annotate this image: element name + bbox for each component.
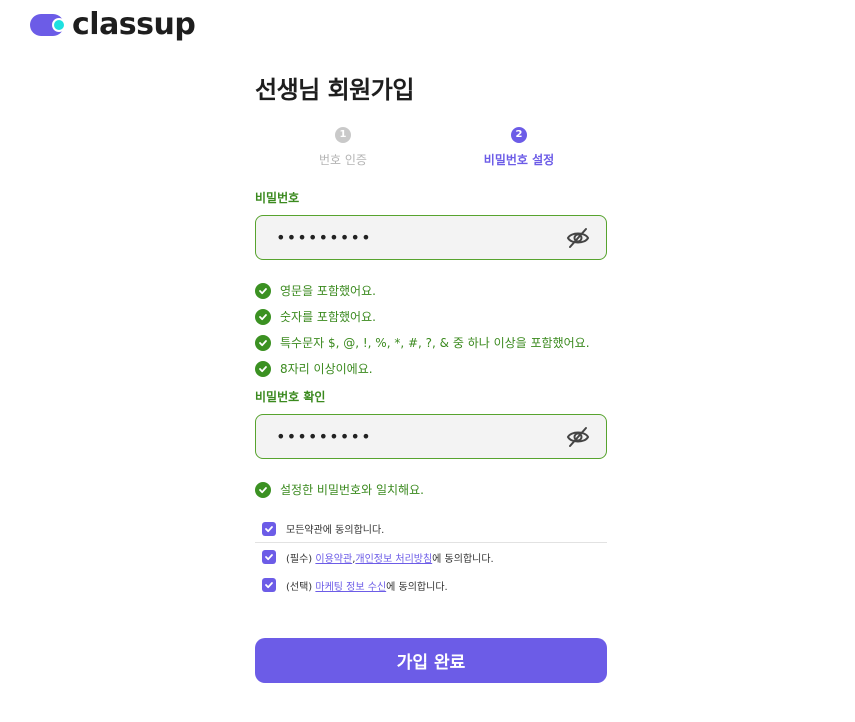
agree-required-row: (필수) 이용약관,개인정보 처리방침에 동의합니다. <box>255 543 607 571</box>
agreements: 모든약관에 동의합니다. (필수) 이용약관,개인정보 처리방침에 동의합니다.… <box>255 515 607 599</box>
agree-all-checkbox[interactable] <box>262 521 276 536</box>
check-circle-icon <box>255 309 271 325</box>
classup-logo[interactable]: classup <box>30 7 196 42</box>
step-1: 1 번호 인증 <box>283 127 403 167</box>
rule-item: 8자리 이상이에요. <box>255 356 607 382</box>
rule-text: 설정한 비밀번호와 일치해요. <box>280 483 424 497</box>
agree-optional-checkbox[interactable] <box>262 578 276 592</box>
agree-required-checkbox[interactable] <box>262 550 276 564</box>
step-number-2: 2 <box>511 127 527 143</box>
eye-off-icon[interactable] <box>566 227 590 249</box>
step-label-1: 번호 인증 <box>319 153 367 167</box>
check-circle-icon <box>255 482 271 498</box>
eye-off-icon[interactable] <box>566 426 590 448</box>
agree-optional-prefix: (선택) <box>286 581 316 593</box>
agree-all-text: 모든약관에 동의합니다. <box>286 525 385 536</box>
agree-all-row[interactable]: 모든약관에 동의합니다. <box>255 515 607 543</box>
terms-link[interactable]: 이용약관 <box>315 554 352 565</box>
check-circle-icon <box>255 335 271 351</box>
agree-optional-suffix: 에 동의합니다. <box>386 581 448 593</box>
password-confirm-field <box>255 414 607 459</box>
password-confirm-input[interactable] <box>276 415 556 458</box>
privacy-policy-link[interactable]: 개인정보 처리방침 <box>355 554 432 565</box>
agree-optional-row: (선택) 마케팅 정보 수신에 동의합니다. <box>255 571 607 599</box>
rule-item: 숫자를 포함했어요. <box>255 304 607 330</box>
password-confirm-rules: 설정한 비밀번호와 일치해요. <box>255 477 607 503</box>
agree-required-text: (필수) 이용약관,개인정보 처리방침에 동의합니다. <box>286 550 494 565</box>
marketing-info-link[interactable]: 마케팅 정보 수신 <box>315 582 386 593</box>
logo-text: classup <box>72 7 196 42</box>
password-input[interactable] <box>276 216 556 259</box>
password-rules: 영문을 포함했어요. 숫자를 포함했어요. 특수문자 $, @, !, %, *… <box>255 278 607 382</box>
step-number-1: 1 <box>335 127 351 143</box>
agree-required-prefix: (필수) <box>286 553 316 565</box>
agree-required-suffix: 에 동의합니다. <box>432 553 494 565</box>
rule-item: 설정한 비밀번호와 일치해요. <box>255 477 607 503</box>
password-confirm-label: 비밀번호 확인 <box>255 390 326 404</box>
rule-text: 숫자를 포함했어요. <box>280 310 376 324</box>
rule-text: 영문을 포함했어요. <box>280 284 376 298</box>
rule-item: 특수문자 $, @, !, %, *, #, ?, & 중 하나 이상을 포함했… <box>255 330 607 356</box>
check-circle-icon <box>255 283 271 299</box>
password-field <box>255 215 607 260</box>
logo-mark-icon <box>30 12 68 38</box>
page-title: 선생님 회원가입 <box>255 76 414 104</box>
step-indicator: 1 번호 인증 2 비밀번호 설정 <box>255 127 607 177</box>
step-label-2: 비밀번호 설정 <box>483 153 555 167</box>
signup-complete-button[interactable]: 가입 완료 <box>255 638 607 683</box>
password-label: 비밀번호 <box>255 191 300 205</box>
rule-text: 8자리 이상이에요. <box>280 362 373 376</box>
step-2: 2 비밀번호 설정 <box>459 127 579 167</box>
rule-item: 영문을 포함했어요. <box>255 278 607 304</box>
rule-text: 특수문자 $, @, !, %, *, #, ?, & 중 하나 이상을 포함했… <box>280 336 590 350</box>
check-circle-icon <box>255 361 271 377</box>
agree-optional-text: (선택) 마케팅 정보 수신에 동의합니다. <box>286 578 448 593</box>
signup-form: 선생님 회원가입 1 번호 인증 2 비밀번호 설정 비밀번호 영 <box>255 70 607 683</box>
